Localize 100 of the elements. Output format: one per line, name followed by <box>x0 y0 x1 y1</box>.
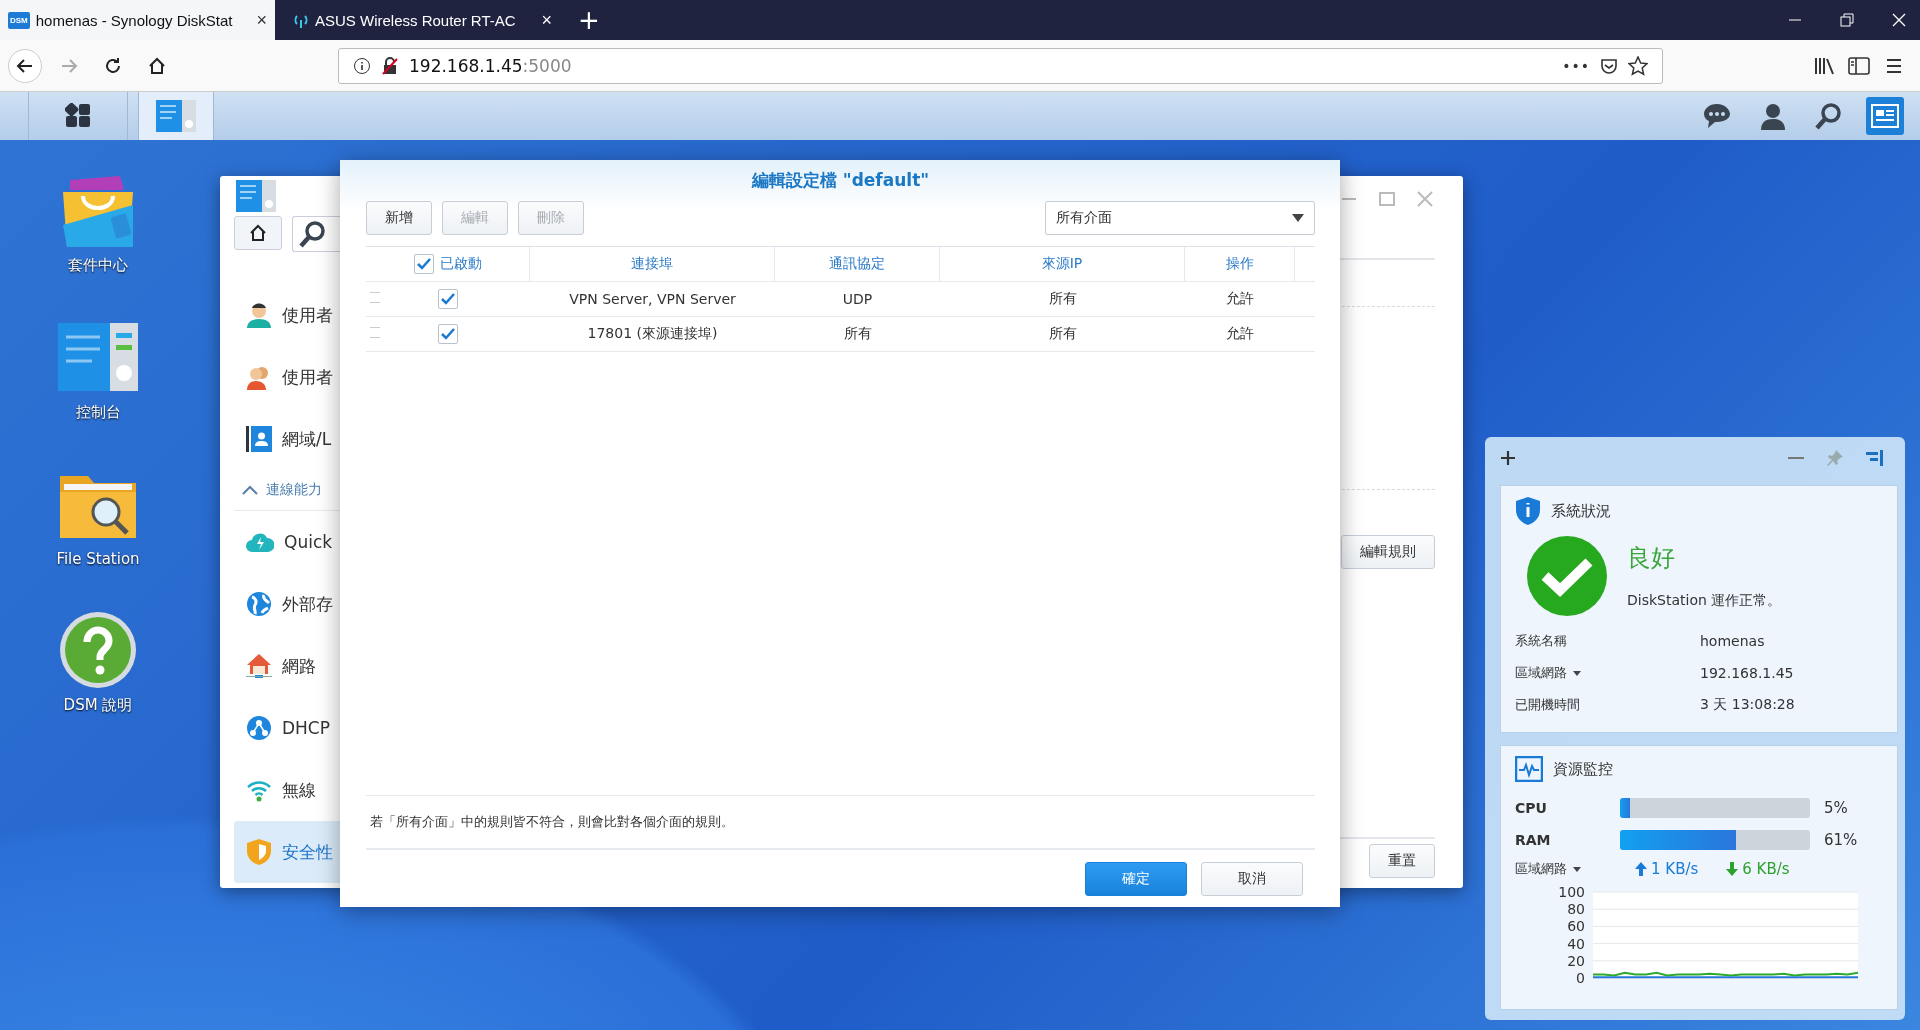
table-cell: VPN Server, VPN Server <box>569 291 736 307</box>
globe-icon <box>246 591 272 617</box>
home-icon <box>147 55 167 76</box>
desktop-icon-label[interactable]: File Station <box>56 550 140 568</box>
info-value: 3 天 13:08:28 <box>1700 696 1796 714</box>
widgets-button[interactable] <box>1866 97 1904 135</box>
axis-tick-label: 40 <box>1567 935 1585 952</box>
axis-tick-label: 60 <box>1567 918 1585 935</box>
sidebar-item[interactable]: Quick <box>234 511 340 573</box>
desktop-icon-label[interactable]: 控制台 <box>75 403 121 422</box>
sidebar-item[interactable]: 外部存 <box>234 573 340 635</box>
drag-handle[interactable] <box>370 292 380 303</box>
info-label[interactable]: 區域網路 <box>1515 664 1700 682</box>
desktop-icon-label[interactable]: DSM 說明 <box>63 696 133 715</box>
widgets-icon <box>1871 104 1899 128</box>
tab-close-button[interactable]: × <box>541 9 552 31</box>
enabled-checkbox[interactable] <box>438 289 458 309</box>
dropdown-caret-icon <box>1292 214 1304 222</box>
table-cell: 允許 <box>1226 290 1254 308</box>
reset-button[interactable]: 重置 <box>1369 844 1435 878</box>
meter-reading: 5% <box>1823 799 1849 817</box>
tab-close-button[interactable]: × <box>256 9 267 31</box>
axis-tick-label: 20 <box>1567 952 1585 969</box>
axis-tick-label: 100 <box>1558 884 1585 900</box>
download-rate: 6 KB/s <box>1726 860 1790 878</box>
new-tab-button[interactable]: + <box>578 5 600 35</box>
chat-icon <box>1702 102 1732 130</box>
info-label: 已開機時間 <box>1515 696 1581 714</box>
edit-rules-button[interactable]: 編輯規則 <box>1341 535 1435 569</box>
check-icon <box>441 293 455 305</box>
user-icon <box>1759 102 1787 130</box>
sidebar-item[interactable]: 安全性 <box>234 821 340 883</box>
collapse-icon <box>242 485 258 495</box>
home-button[interactable] <box>234 216 282 250</box>
info-value: homenas <box>1700 633 1766 649</box>
control-panel-icon <box>156 100 196 132</box>
home-icon <box>248 223 268 243</box>
pocket-icon[interactable] <box>1600 56 1618 75</box>
shield-icon <box>246 838 272 866</box>
dialog-title: 編輯設定檔 "default" <box>750 168 931 192</box>
info-shield-icon <box>1515 496 1541 526</box>
check-icon <box>441 328 455 340</box>
axis-tick-label: 0 <box>1576 970 1585 986</box>
back-button[interactable] <box>8 48 42 83</box>
column-header[interactable]: 已啟動 <box>439 255 482 273</box>
sidebar-item[interactable]: 無線 <box>234 759 340 821</box>
info-icon <box>353 56 371 75</box>
star-icon[interactable] <box>1628 55 1648 76</box>
info-value: 192.168.1.45 <box>1700 665 1795 681</box>
cloud-icon <box>246 531 274 553</box>
card-title: 系統狀況 <box>1551 501 1611 521</box>
desktop-icon-label[interactable]: 套件中心 <box>68 256 128 275</box>
grid-icon <box>65 103 91 129</box>
check-icon <box>416 258 431 270</box>
search-icon <box>1815 102 1843 130</box>
sidebar-icon[interactable] <box>1848 55 1870 76</box>
drag-handle[interactable] <box>370 327 380 338</box>
address-bar[interactable]: 192.168.1.45:5000 ••• <box>338 47 1663 84</box>
restore-icon[interactable] <box>1840 13 1854 27</box>
note-text: 若「所有介面」中的規則皆不符合，則會比對各個介面的規則。 <box>370 813 734 831</box>
meter-label: CPU <box>1515 800 1548 816</box>
cancel-button[interactable]: 取消 <box>1201 861 1303 896</box>
status-message: DiskStation 運作正常。 <box>1627 592 1782 610</box>
toolbar-button[interactable]: 新增 <box>366 201 432 235</box>
table-cell: UDP <box>842 291 873 307</box>
network-dropdown[interactable]: 區域網路 <box>1515 860 1607 878</box>
sidebar-item[interactable]: DHCP <box>234 697 340 759</box>
select-all-checkbox[interactable] <box>413 254 434 274</box>
enabled-checkbox[interactable] <box>438 324 458 344</box>
column-header[interactable]: 連接埠 <box>631 255 673 273</box>
interface-dropdown[interactable]: 所有介面 <box>1045 201 1315 235</box>
library-icon[interactable] <box>1814 55 1836 76</box>
sidebar-item[interactable]: 使用者 <box>234 284 340 346</box>
sidebar-item[interactable]: 網域/L <box>234 408 340 470</box>
sidebar-item[interactable]: 使用者 <box>234 346 340 408</box>
card-title: 資源監控 <box>1553 759 1613 779</box>
browser-tab[interactable]: DSM homenas - Synology DiskStat × <box>0 0 275 40</box>
reload-icon <box>103 55 123 76</box>
info-label: 系統名稱 <box>1515 632 1568 650</box>
browser-tab[interactable]: ASUS Wireless Router RT-AC × <box>285 0 560 40</box>
status-text: 良好 <box>1627 543 1676 574</box>
table-cell: 允許 <box>1226 325 1254 343</box>
wifi-icon <box>246 778 272 802</box>
minimize-icon[interactable] <box>1788 456 1804 460</box>
axis-tick-label: 80 <box>1567 901 1585 918</box>
pulse-monitor-icon <box>1515 756 1543 782</box>
meter-reading: 61% <box>1823 831 1859 849</box>
search-field[interactable] <box>292 216 340 252</box>
column-header[interactable]: 操作 <box>1225 255 1254 273</box>
site-logo: DSM <box>8 11 30 29</box>
insecure-lock-icon <box>381 56 399 75</box>
column-header[interactable]: 來源IP <box>1041 255 1083 273</box>
add-icon[interactable] <box>1500 450 1516 466</box>
dock-icon[interactable] <box>1866 449 1884 467</box>
sidebar-item[interactable]: 網路 <box>234 635 340 697</box>
help-icon <box>58 610 138 690</box>
check-circle-icon <box>1527 536 1607 616</box>
download-arrow-icon <box>1726 862 1739 876</box>
page-actions-button[interactable]: ••• <box>1562 57 1590 74</box>
column-header[interactable]: 通訊協定 <box>829 255 885 273</box>
